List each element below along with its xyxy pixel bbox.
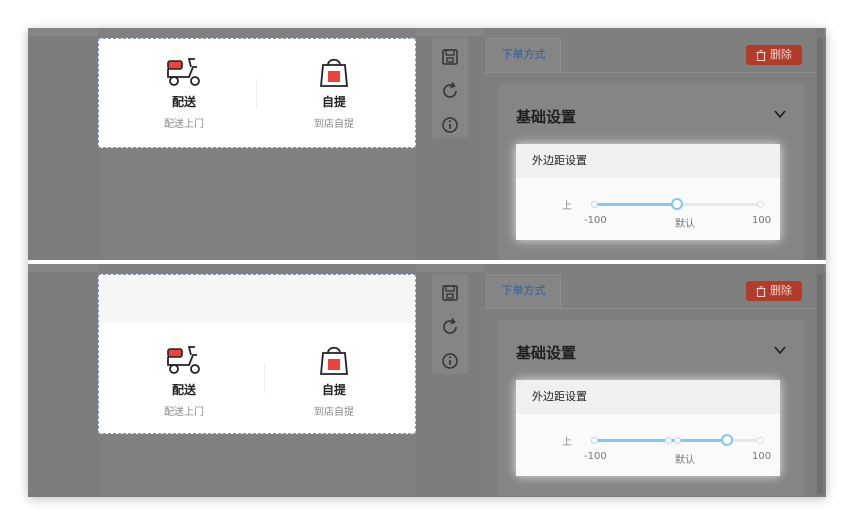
save-icon[interactable] bbox=[439, 46, 461, 68]
top-margin-label: 上 bbox=[562, 201, 572, 212]
option-pickup[interactable]: 自提 到店自提 bbox=[259, 343, 409, 418]
top-margin-slider[interactable] bbox=[590, 198, 764, 210]
shopping-bag-icon bbox=[320, 346, 348, 375]
option-subtitle: 配送上门 bbox=[164, 119, 204, 130]
info-icon[interactable] bbox=[439, 350, 461, 372]
trash-icon bbox=[756, 285, 766, 297]
chevron-down-icon[interactable] bbox=[772, 342, 788, 358]
top-margin-slider[interactable] bbox=[590, 434, 764, 446]
refresh-icon[interactable] bbox=[439, 316, 461, 338]
margin-gap bbox=[99, 275, 415, 323]
margin-settings-box: 外边距设置 上 -100 默认 100 bbox=[516, 380, 780, 476]
option-title: 自提 bbox=[321, 383, 346, 397]
preview-inner: 配送 配送上门 自提 到店自提 bbox=[107, 323, 415, 433]
delete-button[interactable]: 删除 bbox=[746, 281, 802, 301]
tick-min: -100 bbox=[584, 451, 607, 462]
slider-stop[interactable] bbox=[756, 201, 764, 208]
scrollbar[interactable] bbox=[816, 28, 824, 260]
margin-settings-box: 外边距设置 上 -100 默认 100 bbox=[516, 144, 780, 240]
tick-min: -100 bbox=[584, 215, 607, 226]
tick-default: 默认 bbox=[675, 455, 695, 466]
scooter-icon bbox=[167, 346, 200, 374]
slider-stop[interactable] bbox=[590, 201, 598, 208]
delete-label: 删除 bbox=[770, 284, 792, 297]
slider-stop[interactable] bbox=[673, 437, 681, 444]
refresh-icon[interactable] bbox=[439, 80, 461, 102]
panel-after: 配送 配送上门 自提 到店自提 下单方式 删除 基础设置 外边距设置 上 -10… bbox=[28, 264, 826, 496]
side-toolbar bbox=[432, 274, 468, 374]
tab-underline bbox=[484, 72, 818, 73]
chevron-down-icon[interactable] bbox=[772, 106, 788, 122]
slider-stop[interactable] bbox=[665, 437, 673, 444]
section-title: 基础设置 bbox=[516, 108, 577, 126]
option-title: 配送 bbox=[171, 95, 196, 109]
order-method-preview[interactable]: 配送 配送上门 自提 到店自提 bbox=[98, 274, 416, 434]
slider-handle[interactable] bbox=[720, 434, 733, 446]
slider-fill bbox=[594, 203, 677, 206]
scrollbar-thumb[interactable] bbox=[817, 274, 823, 494]
panel-before: 配送 配送上门 自提 到店自提 下单方式 删除 基础设置 外边距设置 上 -10… bbox=[28, 28, 826, 260]
tab-order-method[interactable]: 下单方式 bbox=[486, 38, 561, 72]
option-subtitle: 配送上门 bbox=[164, 407, 204, 418]
option-title: 自提 bbox=[321, 95, 346, 109]
scrollbar[interactable] bbox=[816, 264, 824, 496]
scooter-icon bbox=[167, 58, 200, 86]
section-title: 基础设置 bbox=[516, 344, 577, 362]
option-subtitle: 到店自提 bbox=[314, 407, 354, 418]
save-icon[interactable] bbox=[439, 282, 461, 304]
info-icon[interactable] bbox=[439, 114, 461, 136]
tick-default: 默认 bbox=[675, 219, 695, 230]
slider-stop[interactable] bbox=[590, 437, 598, 444]
scrollbar-thumb[interactable] bbox=[817, 38, 823, 258]
shopping-bag-icon bbox=[320, 58, 348, 87]
slider-stop[interactable] bbox=[756, 437, 764, 444]
screenshot-frame: 配送 配送上门 自提 到店自提 下单方式 删除 基础设置 外边距设置 上 -10… bbox=[28, 28, 826, 497]
tab-order-method[interactable]: 下单方式 bbox=[486, 274, 561, 308]
margin-title: 外边距设置 bbox=[516, 380, 780, 414]
tab-underline bbox=[484, 308, 818, 309]
tick-max: 100 bbox=[752, 451, 772, 462]
delete-label: 删除 bbox=[770, 48, 792, 61]
option-pickup[interactable]: 自提 到店自提 bbox=[259, 55, 409, 130]
option-title: 配送 bbox=[171, 383, 196, 397]
side-toolbar bbox=[432, 38, 468, 138]
order-method-preview[interactable]: 配送 配送上门 自提 到店自提 bbox=[98, 38, 416, 148]
trash-icon bbox=[756, 49, 766, 61]
top-margin-label: 上 bbox=[562, 437, 572, 448]
option-separator bbox=[256, 79, 257, 109]
option-subtitle: 到店自提 bbox=[314, 119, 354, 130]
margin-title: 外边距设置 bbox=[516, 144, 780, 178]
option-delivery[interactable]: 配送 配送上门 bbox=[109, 55, 259, 130]
option-delivery[interactable]: 配送 配送上门 bbox=[109, 343, 259, 418]
delete-button[interactable]: 删除 bbox=[746, 45, 802, 65]
slider-fill bbox=[594, 439, 727, 442]
slider-handle[interactable] bbox=[671, 198, 683, 210]
tick-max: 100 bbox=[752, 215, 772, 226]
